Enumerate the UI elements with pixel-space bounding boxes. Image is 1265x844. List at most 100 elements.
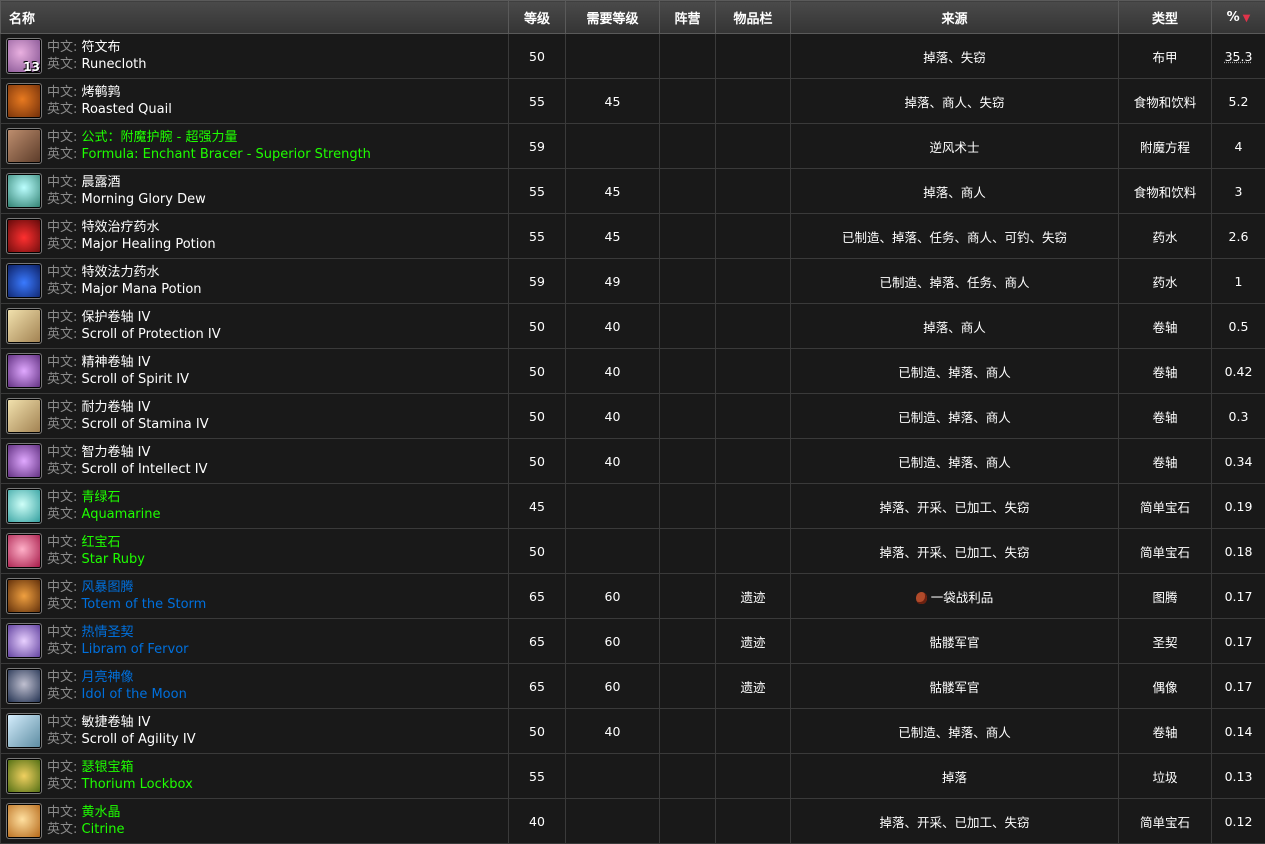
purple-scroll-icon[interactable] <box>6 443 42 479</box>
source-text[interactable]: 已制造、掉落、商人 <box>898 365 1011 380</box>
aquamarine-gem-icon[interactable] <box>6 488 42 524</box>
table-row[interactable]: 中文: 黄水晶 英文: Citrine 40 掉落、开采、已加工、失窃 简单宝石… <box>0 798 1265 844</box>
blue-scroll-icon[interactable] <box>6 713 42 749</box>
item-name-en[interactable]: Libram of Fervor <box>82 642 189 657</box>
idol-icon[interactable] <box>6 668 42 704</box>
item-name-en[interactable]: Citrine <box>82 822 125 837</box>
table-row[interactable]: 中文: 烤鹌鹑 英文: Roasted Quail 55 45 掉落、商人、失窃… <box>0 78 1265 124</box>
source-text[interactable]: 已制造、掉落、任务、商人、可钓、失窃 <box>842 230 1067 245</box>
item-name-cn[interactable]: 精神卷轴 IV <box>82 355 151 370</box>
col-header-req-level[interactable]: 需要等级 <box>565 0 660 34</box>
item-name-en[interactable]: Scroll of Protection IV <box>82 327 221 342</box>
table-row[interactable]: 中文: 红宝石 英文: Star Ruby 50 掉落、开采、已加工、失窃 简单… <box>0 528 1265 574</box>
source-text[interactable]: 已制造、掉落、任务、商人 <box>879 275 1029 290</box>
formula-icon[interactable] <box>6 128 42 164</box>
item-name-en[interactable]: Scroll of Stamina IV <box>82 417 209 432</box>
item-name-en[interactable]: Totem of the Storm <box>82 597 207 612</box>
table-row[interactable]: 中文: 精神卷轴 IV 英文: Scroll of Spirit IV 50 4… <box>0 348 1265 394</box>
source-text[interactable]: 掉落、商人 <box>923 185 986 200</box>
morning-glory-dew-icon[interactable] <box>6 173 42 209</box>
item-name-en[interactable]: Thorium Lockbox <box>82 777 193 792</box>
table-row[interactable]: 中文: 特效治疗药水 英文: Major Healing Potion 55 4… <box>0 213 1265 259</box>
table-row[interactable]: 中文: 耐力卷轴 IV 英文: Scroll of Stamina IV 50 … <box>0 393 1265 439</box>
item-name-en[interactable]: Idol of the Moon <box>82 687 187 702</box>
table-row[interactable]: 中文: 热情圣契 英文: Libram of Fervor 65 60 遗迹 骷… <box>0 618 1265 664</box>
purple-scroll-icon[interactable] <box>6 353 42 389</box>
col-header-type[interactable]: 类型 <box>1118 0 1212 34</box>
source-text[interactable]: 掉落、商人 <box>923 320 986 335</box>
item-name-cn[interactable]: 晨露酒 <box>82 175 121 190</box>
col-header-level[interactable]: 等级 <box>508 0 566 34</box>
citrine-gem-icon[interactable] <box>6 803 42 839</box>
lockbox-icon[interactable] <box>6 758 42 794</box>
table-row[interactable]: 中文: 敏捷卷轴 IV 英文: Scroll of Agility IV 50 … <box>0 708 1265 754</box>
table-row[interactable]: 中文: 保护卷轴 IV 英文: Scroll of Protection IV … <box>0 303 1265 349</box>
item-name-cn[interactable]: 公式：附魔护腕 - 超强力量 <box>82 130 238 145</box>
runecloth-icon[interactable]: 13 <box>6 38 42 74</box>
source-text[interactable]: 骷髅军官 <box>929 635 979 650</box>
item-name-en[interactable]: Aquamarine <box>82 507 161 522</box>
item-name-cn[interactable]: 特效法力药水 <box>82 265 160 280</box>
item-name-en[interactable]: Scroll of Agility IV <box>82 732 196 747</box>
healing-potion-icon[interactable] <box>6 218 42 254</box>
mana-potion-icon[interactable] <box>6 263 42 299</box>
source-text[interactable]: 逆风术士 <box>929 140 979 155</box>
item-name-cn[interactable]: 智力卷轴 IV <box>82 445 151 460</box>
table-row[interactable]: 中文: 智力卷轴 IV 英文: Scroll of Intellect IV 5… <box>0 438 1265 484</box>
scroll-icon[interactable] <box>6 308 42 344</box>
source-text[interactable]: 一袋战利品 <box>931 590 994 605</box>
item-name-en[interactable]: Star Ruby <box>82 552 145 567</box>
item-name-cn[interactable]: 热情圣契 <box>82 625 134 640</box>
item-name-en[interactable]: Major Healing Potion <box>82 237 216 252</box>
roasted-quail-icon[interactable] <box>6 83 42 119</box>
item-name-cn[interactable]: 青绿石 <box>82 490 121 505</box>
col-header-name[interactable]: 名称 <box>0 0 509 34</box>
item-name-cn[interactable]: 烤鹌鹑 <box>82 85 121 100</box>
item-name-en[interactable]: Runecloth <box>82 57 147 72</box>
table-row[interactable]: 中文: 月亮神像 英文: Idol of the Moon 65 60 遗迹 骷… <box>0 663 1265 709</box>
item-name-cn[interactable]: 红宝石 <box>82 535 121 550</box>
item-name-cn[interactable]: 特效治疗药水 <box>82 220 160 235</box>
item-name-en[interactable]: Morning Glory Dew <box>82 192 206 207</box>
source-text[interactable]: 已制造、掉落、商人 <box>898 725 1011 740</box>
item-name-cn[interactable]: 耐力卷轴 IV <box>82 400 151 415</box>
table-row[interactable]: 中文: 公式：附魔护腕 - 超强力量 英文: Formula: Enchant … <box>0 123 1265 169</box>
source-text[interactable]: 骷髅军官 <box>929 680 979 695</box>
ruby-gem-icon[interactable] <box>6 533 42 569</box>
source-text[interactable]: 掉落、失窃 <box>923 50 986 65</box>
source-text[interactable]: 已制造、掉落、商人 <box>898 455 1011 470</box>
item-name-en[interactable]: Major Mana Potion <box>82 282 202 297</box>
source-text[interactable]: 掉落、商人、失窃 <box>904 95 1004 110</box>
table-row[interactable]: 中文: 风暴图腾 英文: Totem of the Storm 65 60 遗迹… <box>0 573 1265 619</box>
source-text[interactable]: 掉落、开采、已加工、失窃 <box>879 500 1029 515</box>
source-text[interactable]: 掉落、开采、已加工、失窃 <box>879 815 1029 830</box>
item-name-en[interactable]: Roasted Quail <box>82 102 172 117</box>
level-cell: 55 <box>508 168 566 214</box>
level-cell: 65 <box>508 663 566 709</box>
totem-icon[interactable] <box>6 578 42 614</box>
item-name-cn[interactable]: 敏捷卷轴 IV <box>82 715 151 730</box>
item-name-en[interactable]: Scroll of Intellect IV <box>82 462 208 477</box>
libram-icon[interactable] <box>6 623 42 659</box>
table-row[interactable]: 中文: 青绿石 英文: Aquamarine 45 掉落、开采、已加工、失窃 简… <box>0 483 1265 529</box>
table-row[interactable]: 中文: 瑟银宝箱 英文: Thorium Lockbox 55 掉落 垃圾 0.… <box>0 753 1265 799</box>
item-name-cn[interactable]: 瑟银宝箱 <box>82 760 134 775</box>
table-row[interactable]: 13 中文: 符文布 英文: Runecloth 50 掉落、失窃 布甲 35.… <box>0 33 1265 79</box>
source-text[interactable]: 已制造、掉落、商人 <box>898 410 1011 425</box>
source-text[interactable]: 掉落、开采、已加工、失窃 <box>879 545 1029 560</box>
item-name-cn[interactable]: 符文布 <box>82 40 121 55</box>
item-name-cn[interactable]: 保护卷轴 IV <box>82 310 151 325</box>
item-name-cn[interactable]: 风暴图腾 <box>82 580 134 595</box>
scroll-icon[interactable] <box>6 398 42 434</box>
item-name-en[interactable]: Formula: Enchant Bracer - Superior Stren… <box>82 147 371 162</box>
col-header-slot[interactable]: 物品栏 <box>715 0 791 34</box>
item-name-en[interactable]: Scroll of Spirit IV <box>82 372 189 387</box>
col-header-faction[interactable]: 阵营 <box>659 0 716 34</box>
item-name-cn[interactable]: 黄水晶 <box>82 805 121 820</box>
table-row[interactable]: 中文: 晨露酒 英文: Morning Glory Dew 55 45 掉落、商… <box>0 168 1265 214</box>
table-row[interactable]: 中文: 特效法力药水 英文: Major Mana Potion 59 49 已… <box>0 258 1265 304</box>
source-text[interactable]: 掉落 <box>942 770 967 785</box>
col-header-pct[interactable]: % ▼ <box>1211 0 1265 34</box>
col-header-source[interactable]: 来源 <box>790 0 1119 34</box>
item-name-cn[interactable]: 月亮神像 <box>82 670 134 685</box>
